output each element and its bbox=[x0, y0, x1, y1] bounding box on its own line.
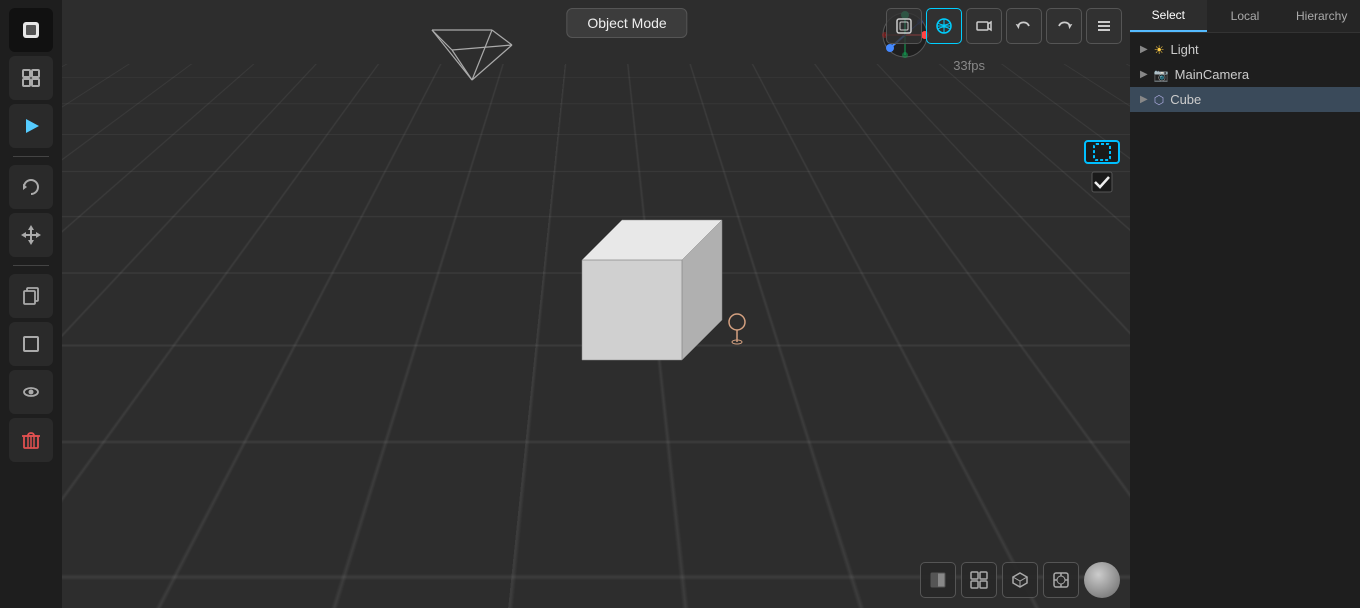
delete-button[interactable] bbox=[9, 418, 53, 462]
undo-button[interactable] bbox=[1006, 8, 1042, 44]
hierarchy-label-camera: MainCamera bbox=[1175, 67, 1249, 82]
visibility-button[interactable] bbox=[9, 370, 53, 414]
shading-rendered-button[interactable] bbox=[1043, 562, 1079, 598]
shading-solid-button[interactable] bbox=[961, 562, 997, 598]
redo-button[interactable] bbox=[1046, 8, 1082, 44]
selection-overlay bbox=[1084, 140, 1120, 190]
hierarchy-icon-camera: 📷 bbox=[1154, 68, 1169, 82]
viewport-top-right-icons bbox=[886, 8, 1122, 44]
play-button[interactable] bbox=[9, 104, 53, 148]
hamburger-menu-button[interactable] bbox=[1086, 8, 1122, 44]
shading-material-button[interactable] bbox=[1002, 562, 1038, 598]
fps-counter: 33fps bbox=[953, 58, 985, 73]
hierarchy-icon-cube: ⬡ bbox=[1154, 93, 1164, 107]
sphere-button[interactable] bbox=[1084, 562, 1120, 598]
camera-view-button[interactable] bbox=[966, 8, 1002, 44]
hierarchy-arrow-light: ▶ bbox=[1140, 44, 1148, 55]
hierarchy-label-light: Light bbox=[1170, 42, 1198, 57]
hierarchy-icon-light: ☀ bbox=[1154, 43, 1165, 57]
frame-button[interactable] bbox=[9, 322, 53, 366]
selection-box-icon[interactable] bbox=[1084, 140, 1120, 164]
sidebar-separator bbox=[13, 156, 49, 157]
bottom-right-toolbar bbox=[920, 562, 1120, 598]
tab-select[interactable]: Select bbox=[1130, 0, 1207, 32]
perspective-toggle-button[interactable] bbox=[886, 8, 922, 44]
right-panel: Select Local Hierarchy ▶ ☀ Light ▶ 📷 Mai… bbox=[1130, 0, 1360, 608]
tab-hierarchy[interactable]: Hierarchy bbox=[1283, 0, 1360, 32]
refresh-button[interactable] bbox=[9, 165, 53, 209]
hierarchy-label-cube: Cube bbox=[1170, 92, 1201, 107]
right-panel-tabs: Select Local Hierarchy bbox=[1130, 0, 1360, 33]
light-gizmo bbox=[722, 310, 752, 350]
hierarchy-item-cube[interactable]: ▶ ⬡ Cube bbox=[1130, 87, 1360, 112]
move-tool-button[interactable] bbox=[9, 213, 53, 257]
hierarchy-item-camera[interactable]: ▶ 📷 MainCamera bbox=[1130, 62, 1360, 87]
object-mode-button[interactable]: Object Mode bbox=[566, 8, 687, 38]
shading-mode-button[interactable] bbox=[926, 8, 962, 44]
checkmark-icon bbox=[1084, 170, 1120, 194]
left-sidebar bbox=[0, 0, 62, 608]
tab-local[interactable]: Local bbox=[1207, 0, 1284, 32]
sidebar-separator-2 bbox=[13, 265, 49, 266]
hierarchy-item-light[interactable]: ▶ ☀ Light bbox=[1130, 37, 1360, 62]
blender-logo-button[interactable] bbox=[9, 8, 53, 52]
hierarchy-arrow-camera: ▶ bbox=[1140, 69, 1148, 80]
shading-flat-button[interactable] bbox=[920, 562, 956, 598]
main-viewport[interactable]: Object Mode bbox=[62, 0, 1130, 608]
cube-object bbox=[562, 200, 722, 360]
hierarchy-list: ▶ ☀ Light ▶ 📷 MainCamera ▶ ⬡ Cube bbox=[1130, 33, 1360, 608]
hierarchy-arrow-cube: ▶ bbox=[1140, 94, 1148, 105]
scene-toggle-button[interactable] bbox=[9, 56, 53, 100]
copy-button[interactable] bbox=[9, 274, 53, 318]
